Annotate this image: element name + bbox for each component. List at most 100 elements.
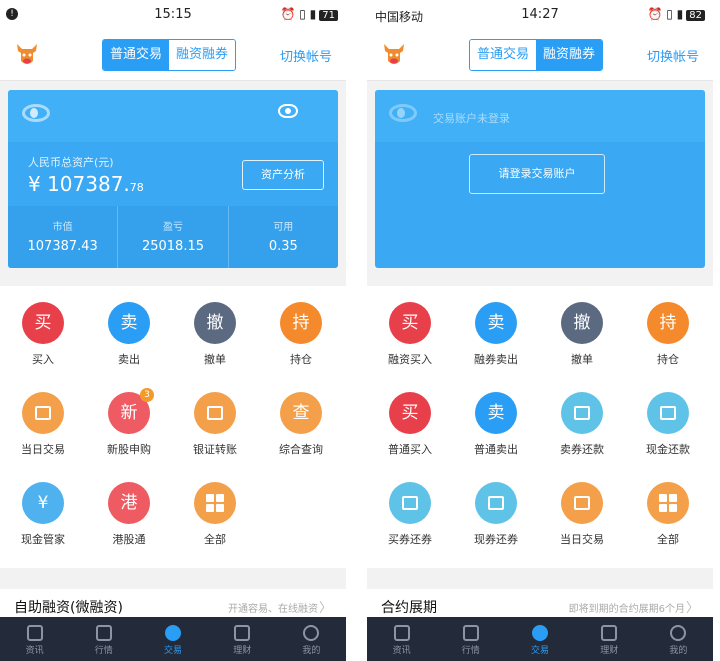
account-stats: 市值 107387.43 盈亏 25018.15 可用 0.35 — [8, 206, 338, 268]
login-trade-account-button[interactable]: 请登录交易账户 — [469, 154, 605, 194]
repay-icon — [561, 392, 603, 434]
function-grid: 买买入卖卖出撤撤单持持仓当日交易 新 3 新股申购银证转账 查综合查询 ¥ 现金管家港港股通… — [0, 286, 346, 568]
function-icon: 卖 — [108, 302, 150, 344]
grid-item-label: 普通买入 — [388, 443, 432, 456]
grid-item[interactable]: 卖普通卖出 — [453, 392, 539, 457]
stat-value: 25018.15 — [141, 239, 204, 254]
market-icon — [462, 625, 479, 641]
grid-item-label: 银证转账 — [193, 443, 237, 456]
grid-item-label: 现金管家 — [21, 533, 65, 546]
cash-repay-icon — [647, 392, 689, 434]
stat-available: 可用 0.35 — [229, 206, 338, 268]
tab-trade[interactable]: 交易 — [505, 617, 574, 661]
tab-normal-trade[interactable]: 普通交易 — [470, 40, 537, 70]
grid-item[interactable]: 港港股通 — [86, 482, 172, 547]
trade-mode-segmented-control: 普通交易 融资融券 — [102, 39, 237, 71]
status-bar: 中国移动 14:27 ⏰ ▯ ▮ 82 — [367, 0, 713, 30]
function-icon: 卖 — [475, 302, 517, 344]
total-asset-label: 人民币总资产(元) — [28, 156, 114, 169]
tab-normal-trade[interactable]: 普通交易 — [103, 40, 170, 70]
badge-count: 3 — [140, 388, 154, 402]
calendar-icon — [561, 482, 603, 524]
grid-item-label: 融券卖出 — [474, 353, 518, 366]
tab-me[interactable]: 我的 — [277, 617, 346, 661]
grid-item[interactable]: 当日交易 — [539, 482, 625, 547]
card-header — [375, 90, 705, 142]
transfer-icon — [194, 392, 236, 434]
stat-value: 107387.43 — [27, 239, 98, 254]
stat-profit-loss: 盈亏 25018.15 — [118, 206, 229, 268]
grid-item[interactable]: 撤撤单 — [172, 302, 258, 367]
grid-item[interactable]: 卖融券卖出 — [453, 302, 539, 367]
trade-mode-segmented-control: 普通交易 融资融券 — [469, 39, 604, 71]
grid-item[interactable]: 新 3 新股申购 — [86, 388, 172, 457]
left-phone-screen: ! 15:15 ⏰ ▯ ▮ 71 普通交易 融资融券 切换帐号 人民币总资产(元)… — [0, 0, 346, 661]
grid-item-label: 当日交易 — [21, 443, 65, 456]
tab-wealth[interactable]: 理财 — [208, 617, 277, 661]
tab-market[interactable]: 行情 — [69, 617, 138, 661]
tab-margin-trade[interactable]: 融资融券 — [536, 40, 603, 70]
account-login-card: 交易账户未登录 请登录交易账户 — [375, 90, 705, 268]
tab-news[interactable]: 资讯 — [367, 617, 436, 661]
tab-market[interactable]: 行情 — [436, 617, 505, 661]
tab-wealth[interactable]: 理财 — [575, 617, 644, 661]
grid-item[interactable]: 持持仓 — [625, 302, 711, 367]
function-icon: 卖 — [475, 392, 517, 434]
switch-account-link[interactable]: 切换帐号 — [280, 46, 332, 65]
grid-item-label: 撤单 — [571, 353, 593, 366]
grid-item[interactable]: 撤撤单 — [539, 302, 625, 367]
broker-logo-icon — [22, 104, 50, 122]
grid-item[interactable]: 买券还券 — [367, 482, 453, 547]
show-balance-eye-icon[interactable] — [278, 104, 298, 118]
tab-margin-trade[interactable]: 融资融券 — [169, 40, 236, 70]
status-icons: ⏰ ▯ ▮ 82 — [647, 7, 705, 21]
grid-item[interactable]: 买买入 — [0, 302, 86, 367]
switch-account-link[interactable]: 切换帐号 — [647, 46, 699, 65]
grid-item[interactable]: 当日交易 — [0, 392, 86, 457]
trade-icon — [532, 625, 548, 641]
not-logged-in-hint: 交易账户未登录 — [433, 112, 510, 125]
tab-label: 我的 — [302, 646, 321, 656]
wealth-icon — [601, 625, 618, 641]
buy-repay-icon — [389, 482, 431, 524]
function-icon: 买 — [389, 392, 431, 434]
stat-label: 盈亏 — [162, 222, 183, 233]
asset-analysis-button[interactable]: 资产分析 — [242, 160, 324, 190]
trade-icon — [165, 625, 181, 641]
all-grid-icon — [647, 482, 689, 524]
chevron-right-icon: 〉 — [685, 601, 699, 616]
tab-news[interactable]: 资讯 — [0, 617, 69, 661]
grid-item[interactable]: 全部 — [172, 482, 258, 547]
function-grid: 买融资买入卖融券卖出撤撤单持持仓买普通买入卖普通卖出 卖券还款 现金还款 买券还券 现券… — [367, 286, 713, 568]
grid-item-label: 买入 — [32, 353, 54, 366]
stock-repay-icon — [475, 482, 517, 524]
grid-item[interactable]: 全部 — [625, 482, 711, 547]
status-bar: ! 15:15 ⏰ ▯ ▮ 71 — [0, 0, 346, 30]
account-summary-card: 人民币总资产(元) ¥ 107387.78 资产分析 市值 107387.43 盈… — [8, 90, 338, 268]
function-icon: 撤 — [194, 302, 236, 344]
grid-item[interactable]: 现金还款 — [625, 392, 711, 457]
grid-item-label: 融资买入 — [388, 353, 432, 366]
promo-title: 合约展期 — [381, 600, 437, 616]
grid-item[interactable]: 持持仓 — [258, 302, 344, 367]
function-icon: 查 — [280, 392, 322, 434]
tab-trade[interactable]: 交易 — [138, 617, 207, 661]
tab-label: 行情 — [94, 646, 113, 656]
grid-item[interactable]: 现券还券 — [453, 482, 539, 547]
grid-item[interactable]: 银证转账 — [172, 392, 258, 457]
grid-item[interactable]: 卖券还款 — [539, 392, 625, 457]
grid-item-label: 现券还券 — [474, 533, 518, 546]
grid-item[interactable]: 查综合查询 — [258, 392, 344, 457]
tab-me[interactable]: 我的 — [644, 617, 713, 661]
grid-item[interactable]: 买融资买入 — [367, 302, 453, 367]
grid-item[interactable]: 卖卖出 — [86, 302, 172, 367]
grid-item[interactable]: 买普通买入 — [367, 392, 453, 457]
tab-label: 交易 — [531, 646, 550, 656]
tab-label: 资讯 — [25, 646, 44, 656]
grid-item[interactable]: ¥ 现金管家 — [0, 482, 86, 547]
function-icon: 持 — [647, 302, 689, 344]
bull-logo-icon — [17, 44, 37, 64]
function-icon: 新3 — [108, 388, 154, 434]
all-grid-icon — [194, 482, 236, 524]
app-header: 普通交易 融资融券 切换帐号 — [0, 30, 346, 81]
